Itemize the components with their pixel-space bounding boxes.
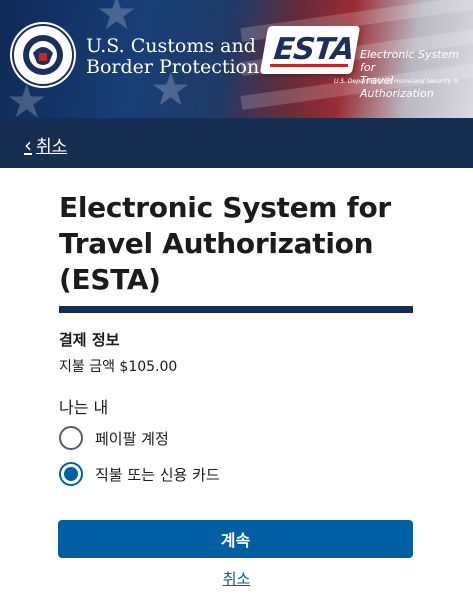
main-content: Electronic System for Travel Authorizati… (59, 190, 413, 486)
esta-logo-subtitle: U.S. Department of Homeland Security ® (334, 78, 459, 85)
agency-name: U.S. Customs and Border Protection (86, 36, 259, 78)
esta-title-line1: Electronic System for (360, 48, 459, 74)
cancel-link-wrap: 취소 (0, 568, 473, 589)
payment-amount: 지불 금액 $105.00 (59, 359, 178, 375)
card-radio[interactable] (59, 462, 83, 486)
chevron-left-icon: ‹ (24, 132, 32, 157)
header-banner: ★ ★ ★ U.S. Customs and Border Protection… (0, 0, 473, 118)
option-paypal[interactable]: 페이팔 계정 (59, 426, 413, 450)
esta-logo-title: Electronic System for Travel Authorizati… (360, 48, 464, 100)
dhs-seal-icon (10, 22, 76, 88)
cancel-link[interactable]: 취소 (223, 570, 251, 588)
back-cancel-link[interactable]: ‹ 취소 (24, 132, 68, 158)
payment-method-label: 나는 내 (59, 398, 109, 417)
nav-bar: ‹ 취소 (0, 118, 473, 168)
esta-logo-swoosh (270, 64, 348, 67)
agency-name-line2: Border Protection (86, 56, 260, 78)
paypal-label: 페이팔 계정 (95, 429, 169, 448)
card-label: 직불 또는 신용 카드 (95, 465, 220, 484)
option-card[interactable]: 직불 또는 신용 카드 (59, 462, 413, 486)
star-icon: ★ (96, 0, 138, 40)
back-cancel-label: 취소 (36, 137, 68, 157)
paypal-radio[interactable] (59, 426, 83, 450)
continue-button[interactable]: 계속 (58, 520, 413, 558)
esta-logo: ESTA Electronic System for Travel Author… (259, 26, 464, 100)
payment-info-heading: 결제 정보 (59, 331, 120, 349)
title-divider (59, 306, 413, 313)
agency-name-line1: U.S. Customs and (86, 35, 256, 57)
esta-logo-word: ESTA (272, 32, 356, 67)
page-title: Electronic System for Travel Authorizati… (59, 191, 391, 296)
